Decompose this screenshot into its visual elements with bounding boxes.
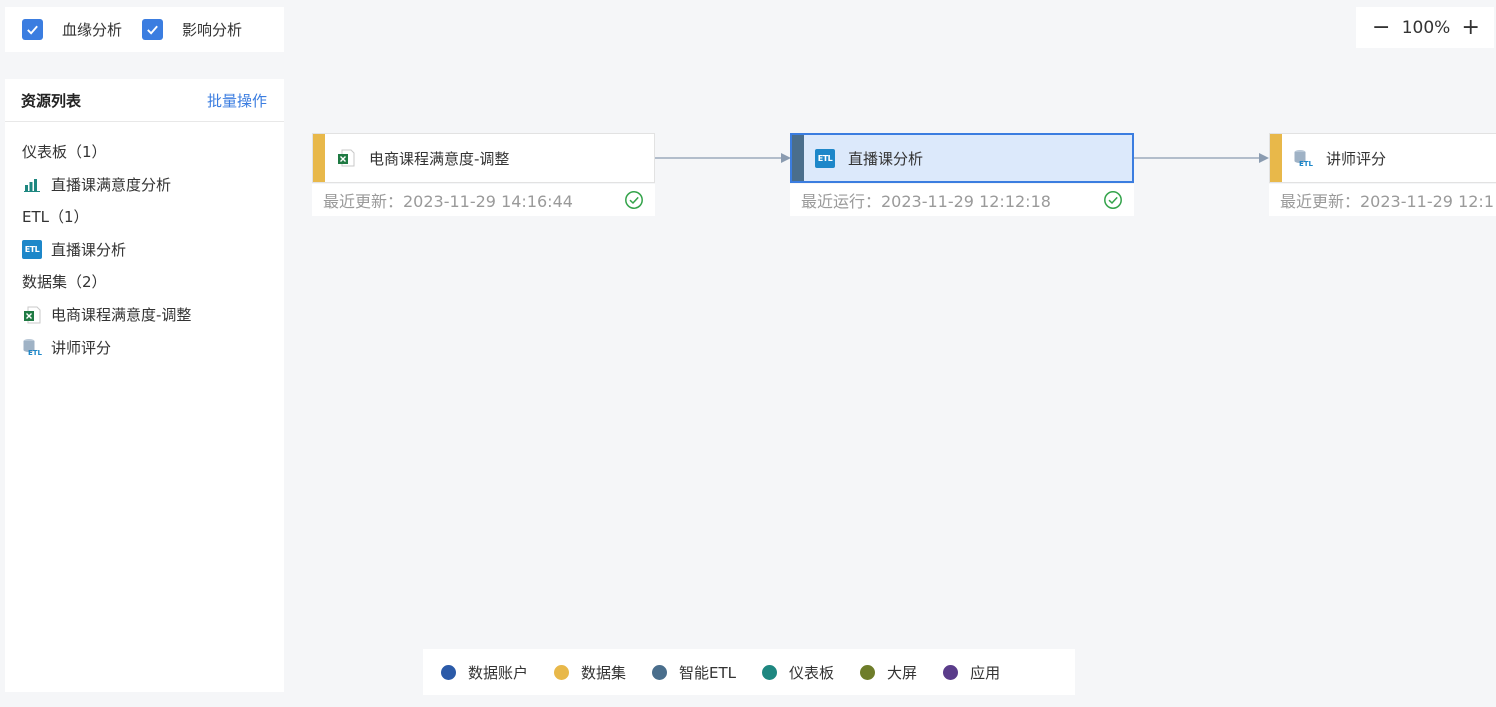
etl-icon: ETL <box>815 148 835 168</box>
legend-label: 数据账户 <box>468 663 529 682</box>
node-label: 电商课程满意度-调整 <box>369 149 510 168</box>
legend-item-smart-etl: 智能ETL <box>652 662 736 683</box>
legend-label: 应用 <box>970 663 1001 682</box>
success-check-icon <box>1104 191 1122 209</box>
legend-item-data-account: 数据账户 <box>441 662 528 683</box>
legend-item-app: 应用 <box>943 662 1000 683</box>
node-accent-bar <box>792 135 804 181</box>
node-meta-text: 最近更新：2023-11-29 14:16:44 <box>323 192 573 211</box>
node-meta-text: 最近更新：2023-11-29 12:1 <box>1280 192 1495 211</box>
node-etl-dataset[interactable]: ETL 讲师评分 <box>1269 133 1496 183</box>
node-meta-excel-dataset: 最近更新：2023-11-29 14:16:44 <box>312 184 655 216</box>
node-label: 直播课分析 <box>848 149 924 168</box>
legend-label: 数据集 <box>581 663 627 682</box>
legend: 数据账户 数据集 智能ETL 仪表板 大屏 应用 <box>423 649 1075 695</box>
legend-label: 仪表板 <box>789 663 835 682</box>
node-meta-etl-dataset: 最近更新：2023-11-29 12:1 <box>1269 184 1496 216</box>
legend-item-dashboard: 仪表板 <box>762 662 834 683</box>
node-meta-text: 最近运行：2023-11-29 12:12:18 <box>801 192 1051 211</box>
etl-dataset-icon: ETL <box>1293 148 1313 168</box>
excel-icon <box>336 148 356 168</box>
node-meta-etl: 最近运行：2023-11-29 12:12:18 <box>790 184 1134 216</box>
legend-dot <box>652 664 668 680</box>
legend-label: 大屏 <box>887 663 918 682</box>
svg-text:ETL: ETL <box>1299 160 1313 167</box>
legend-item-big-screen: 大屏 <box>860 662 917 683</box>
legend-dot <box>762 664 778 680</box>
node-etl[interactable]: ETL 直播课分析 <box>790 133 1134 183</box>
legend-item-dataset: 数据集 <box>554 662 626 683</box>
legend-dot <box>441 664 456 680</box>
legend-label: 智能ETL <box>679 663 737 682</box>
lineage-edges <box>655 153 1269 163</box>
legend-dot <box>554 664 570 680</box>
node-accent-bar <box>313 134 325 182</box>
success-check-icon <box>625 191 643 209</box>
node-accent-bar <box>1270 134 1282 182</box>
node-excel-dataset[interactable]: 电商课程满意度-调整 <box>312 133 655 183</box>
legend-dot <box>860 664 876 680</box>
legend-dot <box>943 664 959 680</box>
node-label: 讲师评分 <box>1326 149 1387 168</box>
